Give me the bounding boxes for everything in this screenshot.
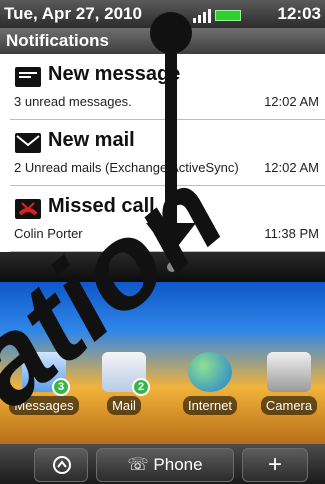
watermark: cation <box>0 145 247 475</box>
watermark-text: cation <box>0 145 247 475</box>
